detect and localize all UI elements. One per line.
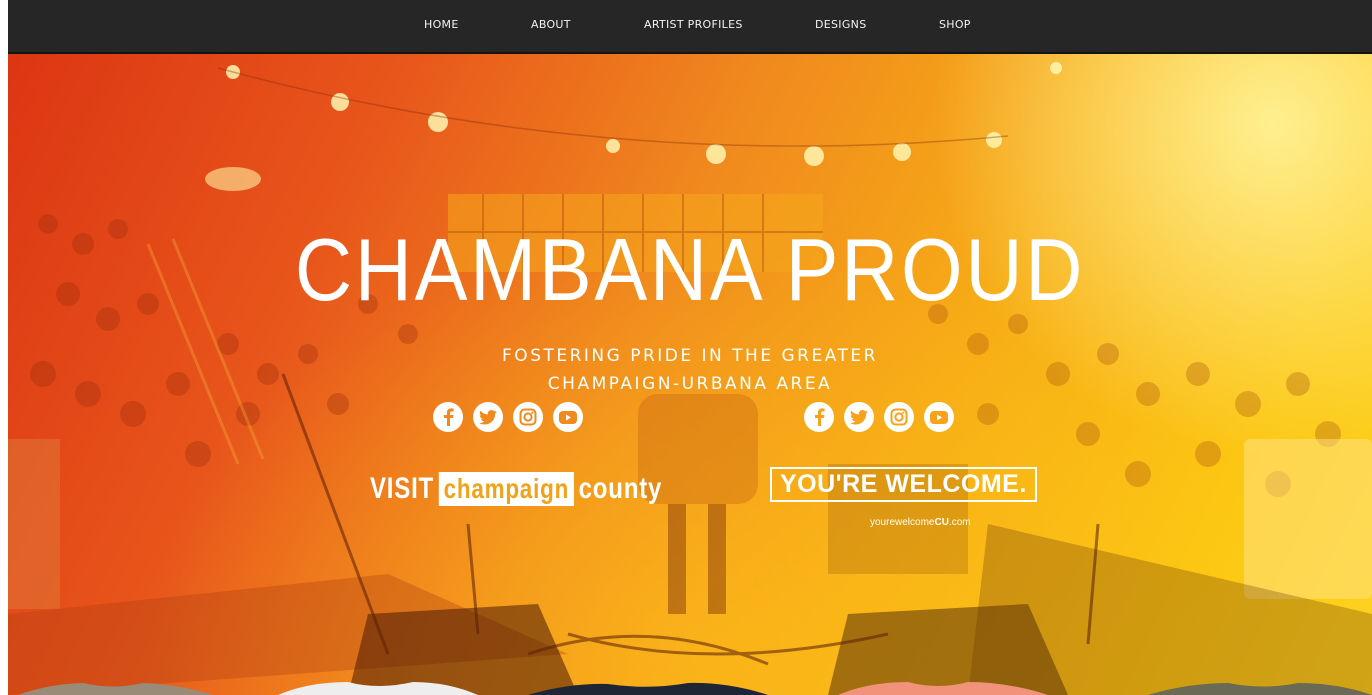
nav-shop[interactable]: SHOP — [939, 18, 971, 31]
logo-word-visit: VISIT — [370, 472, 435, 505]
tshirt-shape — [1148, 683, 1372, 695]
logo-word-champaign: champaign — [438, 472, 574, 506]
tshirt-shape — [18, 683, 213, 695]
youtube-icon[interactable] — [924, 402, 954, 432]
nav-designs[interactable]: DESIGNS — [815, 18, 866, 31]
tshirt-preview-strip — [18, 682, 1372, 695]
hero-title: CHAMBANA PROUD — [294, 220, 1086, 319]
welcome-url[interactable]: yourewelcomeCU.com — [870, 517, 971, 528]
welcome-url-bold: CU — [934, 517, 949, 528]
twitter-icon[interactable] — [844, 402, 874, 432]
welcome-url-prefix: yourewelcome — [870, 517, 935, 528]
welcome-social-links — [804, 402, 954, 432]
facebook-icon[interactable] — [433, 402, 463, 432]
logo-word-county: county — [578, 472, 663, 505]
top-navigation-bar: HOME ABOUT ARTIST PROFILES DESIGNS SHOP — [8, 0, 1372, 54]
visit-social-links — [433, 402, 583, 432]
welcome-url-suffix: .com — [948, 517, 971, 528]
visit-champaign-county-logo[interactable]: VISIT champaign county — [370, 468, 662, 510]
youre-welcome-logo[interactable]: YOU'RE WELCOME. — [770, 467, 1037, 502]
youtube-icon[interactable] — [553, 402, 583, 432]
tshirt-shape — [528, 682, 768, 695]
hero-banner: CHAMBANA PROUD FOSTERING PRIDE IN THE GR… — [8, 54, 1372, 695]
tshirt-shape — [838, 682, 1048, 695]
nav-artist-profiles[interactable]: ARTIST PROFILES — [644, 18, 743, 31]
hero-subtitle-line-1: FOSTERING PRIDE IN THE GREATER — [502, 346, 878, 366]
twitter-icon[interactable] — [473, 402, 503, 432]
tshirt-shape — [278, 682, 478, 695]
facebook-icon[interactable] — [804, 402, 834, 432]
nav-about[interactable]: ABOUT — [531, 18, 571, 31]
hero-subtitle-line-2: CHAMPAIGN-URBANA AREA — [547, 374, 833, 394]
instagram-icon[interactable] — [513, 402, 543, 432]
instagram-icon[interactable] — [884, 402, 914, 432]
nav-home[interactable]: HOME — [424, 18, 459, 31]
